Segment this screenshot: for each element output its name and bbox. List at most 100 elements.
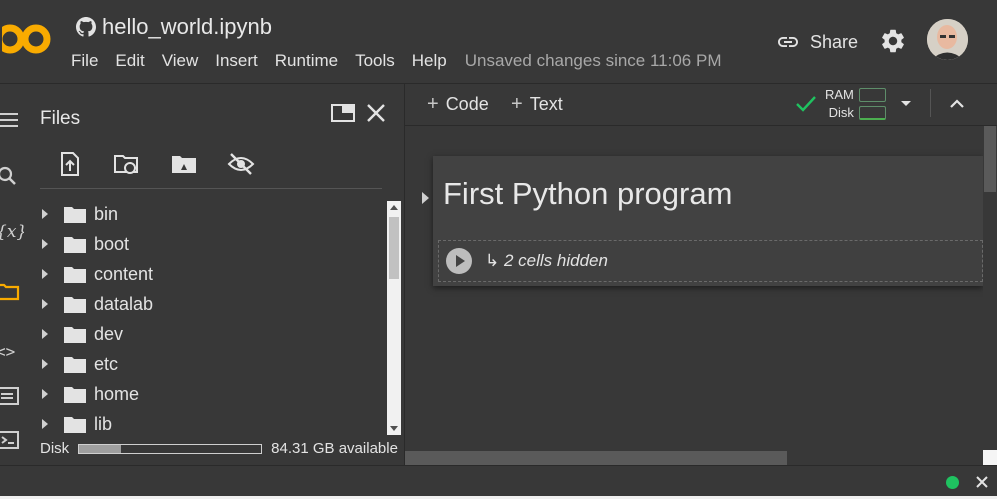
close-icon[interactable] xyxy=(972,472,992,492)
scroll-up-arrow-icon[interactable] xyxy=(390,205,398,210)
left-rail: {x} <> xyxy=(0,84,27,465)
disk-usage: Disk 84.31 GB available xyxy=(40,440,398,457)
notebook-vertical-scrollbar[interactable] xyxy=(983,126,997,466)
link-icon xyxy=(778,37,798,47)
notebook-horizontal-scrollbar[interactable] xyxy=(405,451,983,465)
section-collapse-icon[interactable] xyxy=(422,192,429,204)
hidden-cells-button[interactable]: ↳ 2 cells hidden xyxy=(438,240,983,282)
refresh-folder-icon[interactable] xyxy=(113,150,141,178)
hidden-files-icon[interactable] xyxy=(227,150,255,178)
menu-view[interactable]: View xyxy=(162,51,199,71)
add-text-button[interactable]: + Text xyxy=(511,93,563,116)
play-icon[interactable] xyxy=(446,248,472,274)
menu-help[interactable]: Help xyxy=(412,51,447,71)
scroll-corner xyxy=(983,450,997,466)
header: hello_world.ipynb File Edit View Insert … xyxy=(0,0,997,84)
folder-label: bin xyxy=(94,203,119,224)
folder-row[interactable]: content xyxy=(24,259,386,289)
text-cell[interactable]: First Python program ↳ 2 cells hidden xyxy=(433,156,983,286)
upload-file-icon[interactable] xyxy=(56,150,84,178)
folder-row[interactable]: etc xyxy=(24,349,386,379)
expand-caret-icon[interactable] xyxy=(42,239,48,249)
expand-caret-icon[interactable] xyxy=(42,299,48,309)
title-row: hello_world.ipynb xyxy=(76,14,272,40)
folder-row[interactable]: home xyxy=(24,379,386,409)
mount-drive-icon[interactable] xyxy=(170,150,198,178)
folder-icon xyxy=(64,266,86,283)
expand-caret-icon[interactable] xyxy=(42,269,48,279)
menu-insert[interactable]: Insert xyxy=(215,51,258,71)
folder-label: boot xyxy=(94,233,130,254)
plus-icon: + xyxy=(511,93,523,115)
menu-bar: File Edit View Insert Runtime Tools Help… xyxy=(71,51,721,71)
variables-icon[interactable]: {x} xyxy=(0,220,27,244)
menu-edit[interactable]: Edit xyxy=(115,51,144,71)
open-in-tab-icon[interactable] xyxy=(330,100,356,126)
command-palette-icon[interactable] xyxy=(0,384,24,408)
folder-row[interactable]: boot xyxy=(24,229,386,259)
files-scrollbar[interactable] xyxy=(387,201,401,435)
avatar[interactable] xyxy=(927,19,968,60)
expand-caret-icon[interactable] xyxy=(42,209,48,219)
notebook-body: First Python program ↳ 2 cells hidden xyxy=(405,126,997,451)
cell-heading: First Python program xyxy=(443,176,733,211)
expand-caret-icon[interactable] xyxy=(42,419,48,429)
file-tree: bin boot content datalab dev etc home li… xyxy=(24,199,386,439)
disk-bar xyxy=(858,106,886,120)
notebook-toolbar: + Code + Text RAM Disk xyxy=(405,84,997,126)
folder-icon xyxy=(64,416,86,433)
files-panel-title: Files xyxy=(40,108,81,129)
search-icon[interactable] xyxy=(0,164,24,188)
share-button[interactable]: Share xyxy=(776,30,858,54)
gear-icon[interactable] xyxy=(879,27,907,55)
toolbar-separator xyxy=(930,89,931,117)
code-snippets-icon[interactable]: <> xyxy=(0,340,24,364)
folder-label: etc xyxy=(94,353,119,374)
folder-row[interactable]: dev xyxy=(24,319,386,349)
menu-runtime[interactable]: Runtime xyxy=(275,51,338,71)
add-code-button[interactable]: + Code xyxy=(427,93,489,116)
folder-icon xyxy=(64,386,86,403)
close-icon[interactable] xyxy=(363,100,389,126)
colab-logo[interactable] xyxy=(0,22,52,56)
add-code-label: Code xyxy=(445,94,489,114)
files-scroll-thumb[interactable] xyxy=(389,217,399,279)
folder-icon xyxy=(64,206,86,223)
notebook-title[interactable]: hello_world.ipynb xyxy=(102,14,272,40)
files-toolbar xyxy=(56,150,255,178)
status-bar xyxy=(0,465,997,499)
scroll-down-arrow-icon[interactable] xyxy=(390,426,398,431)
toc-icon[interactable] xyxy=(0,108,24,132)
connected-status-icon[interactable] xyxy=(946,476,959,489)
save-status[interactable]: Unsaved changes since 11:06 PM xyxy=(465,51,722,71)
folder-row[interactable]: datalab xyxy=(24,289,386,319)
disk-resource-label: Disk xyxy=(828,105,854,120)
expand-caret-icon[interactable] xyxy=(42,329,48,339)
notebook-scroll-thumb[interactable] xyxy=(984,126,996,192)
folder-icon xyxy=(64,236,86,253)
menu-tools[interactable]: Tools xyxy=(355,51,395,71)
folder-icon[interactable] xyxy=(0,280,24,304)
folder-label: datalab xyxy=(94,293,154,314)
expand-caret-icon[interactable] xyxy=(42,359,48,369)
folder-icon xyxy=(64,356,86,373)
ram-bar xyxy=(858,88,886,102)
folder-label: home xyxy=(94,383,140,404)
expand-caret-icon[interactable] xyxy=(42,389,48,399)
chevron-up-icon[interactable] xyxy=(948,95,966,113)
add-text-label: Text xyxy=(529,94,563,114)
folder-row[interactable]: bin xyxy=(24,199,386,229)
folder-row[interactable]: lib xyxy=(24,409,386,439)
disk-usage-bar xyxy=(78,443,263,454)
folder-icon xyxy=(64,326,86,343)
menu-file[interactable]: File xyxy=(71,51,98,71)
check-icon xyxy=(796,96,816,112)
ram-label: RAM xyxy=(825,87,854,102)
resource-dropdown-icon[interactable] xyxy=(899,97,913,111)
notebook-hscroll-thumb[interactable] xyxy=(405,451,787,465)
terminal-icon[interactable] xyxy=(0,428,24,452)
resource-bars xyxy=(858,88,886,120)
resource-labels: RAM Disk xyxy=(825,86,854,122)
share-label: Share xyxy=(810,31,859,52)
resource-indicator[interactable]: RAM Disk xyxy=(795,86,886,122)
